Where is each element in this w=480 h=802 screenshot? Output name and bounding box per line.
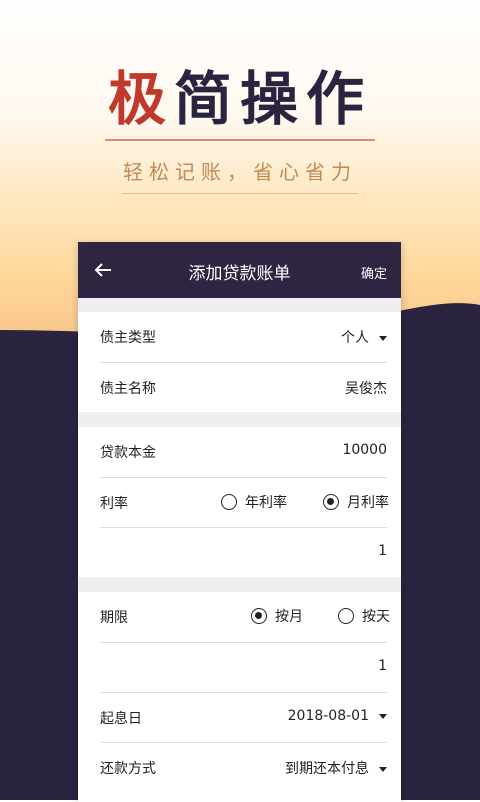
creditor-name-row[interactable]: 债主名称 吴俊杰 <box>78 363 401 412</box>
start-date-label: 起息日 <box>100 711 142 727</box>
chevron-down-icon <box>379 335 387 341</box>
chevron-down-icon <box>379 713 387 719</box>
repayment-select[interactable]: 到期还本付息 <box>285 758 387 778</box>
term-label: 期限 <box>100 610 128 626</box>
rate-value-row[interactable]: 1 <box>78 528 401 577</box>
promo-slogan: 轻松记账，省心省力 <box>123 160 357 184</box>
term-option-day[interactable]: 按天 <box>338 606 390 626</box>
creditor-type-label: 债主类型 <box>100 330 156 346</box>
start-date-select[interactable]: 2018-08-01 <box>288 708 387 724</box>
creditor-name-field[interactable]: 吴俊杰 <box>345 378 387 398</box>
radio-unchecked-icon <box>338 608 354 624</box>
start-date-value: 2018-08-01 <box>287 708 369 724</box>
start-date-row[interactable]: 起息日 2018-08-01 <box>78 693 401 742</box>
creditor-type-select[interactable]: 个人 <box>341 327 387 347</box>
loan-section: 贷款本金 10000 利率 年利率 月利率 1 <box>78 427 401 577</box>
principal-row[interactable]: 贷款本金 10000 <box>78 427 401 476</box>
creditor-type-row[interactable]: 债主类型 个人 <box>78 312 401 361</box>
creditor-type-value: 个人 <box>341 330 369 346</box>
repayment-value: 到期还本付息 <box>285 761 369 777</box>
rate-option-monthly[interactable]: 月利率 <box>323 492 389 512</box>
confirm-button[interactable]: 确定 <box>361 263 387 282</box>
creditor-section: 债主类型 个人 债主名称 吴俊杰 <box>78 312 401 412</box>
rate-row: 利率 年利率 月利率 <box>78 478 401 527</box>
radio-unchecked-icon <box>221 494 237 510</box>
term-row: 期限 按月 按天 <box>78 592 401 641</box>
term-value-row[interactable]: 1 <box>78 643 401 692</box>
card-title: 添加贷款账单 <box>188 264 291 284</box>
principal-label: 贷款本金 <box>100 445 156 461</box>
headline-underline <box>105 139 375 141</box>
term-option-month[interactable]: 按月 <box>251 606 303 626</box>
promo-headline: 极简操作 <box>107 65 373 133</box>
add-loan-card: 添加贷款账单 确定 债主类型 个人 债主名称 吴俊杰 贷款本金 10000 利率… <box>78 242 401 802</box>
repayment-row[interactable]: 还款方式 到期还本付息 <box>78 743 401 792</box>
term-option-day-label: 按天 <box>362 609 390 625</box>
principal-field[interactable]: 10000 <box>342 442 387 458</box>
rate-option-annual-label: 年利率 <box>245 495 287 511</box>
radio-checked-icon <box>323 494 339 510</box>
slogan-underline <box>122 193 358 194</box>
term-section: 期限 按月 按天 1 起息日 2018-08-01 还款方式 到期还本付息 <box>78 592 401 802</box>
rate-option-monthly-label: 月利率 <box>347 495 389 511</box>
term-value-field[interactable]: 1 <box>378 658 387 674</box>
rate-label: 利率 <box>100 496 128 512</box>
term-option-month-label: 按月 <box>275 609 303 625</box>
repayment-label: 还款方式 <box>100 761 156 777</box>
creditor-name-label: 债主名称 <box>100 381 156 397</box>
radio-checked-icon <box>251 608 267 624</box>
card-header: 添加贷款账单 确定 <box>78 242 401 298</box>
rate-option-annual[interactable]: 年利率 <box>221 492 287 512</box>
chevron-down-icon <box>379 766 387 772</box>
rate-value-field[interactable]: 1 <box>378 543 387 559</box>
